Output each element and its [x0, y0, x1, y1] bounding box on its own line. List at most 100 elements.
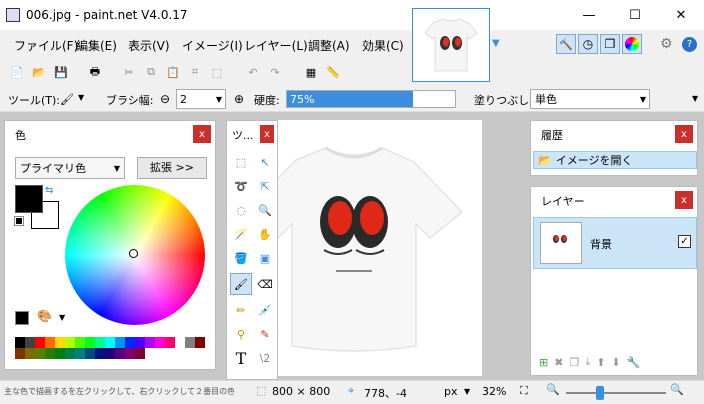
palette-swatch[interactable]: [105, 348, 115, 359]
save-icon[interactable]: 💾: [52, 63, 70, 81]
layer-row[interactable]: 背景 ✓: [533, 217, 697, 269]
palette-swatch[interactable]: [15, 337, 25, 348]
palette-swatch[interactable]: [25, 348, 35, 359]
palette-swatch[interactable]: [95, 348, 105, 359]
redo-icon[interactable]: ↷: [266, 63, 284, 81]
brush-decrease-icon[interactable]: ⊖: [156, 90, 174, 108]
line-curve-icon[interactable]: \2: [256, 349, 274, 367]
primary-mini-swatch[interactable]: [15, 311, 29, 325]
palette-swatch[interactable]: [175, 337, 185, 348]
units-dropdown-icon[interactable]: ▼: [464, 387, 470, 396]
maximize-button[interactable]: ☐: [612, 0, 658, 30]
color-mode-select[interactable]: プライマリ色 ▼: [15, 157, 125, 179]
color-wheel[interactable]: [65, 185, 205, 325]
clone-stamp-icon[interactable]: ⚲: [232, 325, 250, 343]
palette-swatch[interactable]: [165, 337, 175, 348]
palette-swatch[interactable]: [145, 337, 155, 348]
image-thumbnail-tab[interactable]: [412, 8, 490, 82]
magic-wand-icon[interactable]: 🪄: [232, 225, 250, 243]
zoom-slider[interactable]: [566, 386, 666, 400]
brush-width-select[interactable]: 2 ▼: [176, 89, 226, 109]
palette-swatch[interactable]: [15, 348, 25, 359]
zoom-in-icon[interactable]: 🔍: [670, 383, 684, 396]
cut-icon[interactable]: ✂: [120, 63, 138, 81]
minimize-button[interactable]: —: [566, 0, 612, 30]
zoom-icon[interactable]: 🔍: [256, 201, 274, 219]
menu-edit[interactable]: 編集(E): [76, 37, 117, 54]
layers-close-icon[interactable]: x: [675, 191, 693, 209]
zoom-out-icon[interactable]: 🔍: [546, 383, 560, 396]
zoom-slider-thumb[interactable]: [596, 386, 604, 400]
open-file-icon[interactable]: 📂: [30, 63, 48, 81]
palette-swatch[interactable]: [75, 348, 85, 359]
hardness-slider[interactable]: 75%: [286, 90, 456, 108]
palette-swatch[interactable]: [185, 337, 195, 348]
palette-swatch[interactable]: [115, 348, 125, 359]
menu-effects[interactable]: 効果(C): [362, 37, 404, 54]
color-picker-icon[interactable]: 💉: [256, 301, 274, 319]
paintbrush-tool-icon[interactable]: 🖌: [58, 90, 76, 108]
tool-dropdown-icon[interactable]: ▼: [78, 93, 84, 102]
move-selection-icon[interactable]: ↖: [256, 153, 274, 171]
palette-swatch[interactable]: [85, 337, 95, 348]
menu-view[interactable]: 表示(V): [128, 37, 170, 54]
menu-layers[interactable]: レイヤー(L): [244, 37, 308, 54]
ellipse-select-icon[interactable]: ◌: [232, 201, 250, 219]
paint-bucket-icon[interactable]: 🪣: [232, 249, 250, 267]
more-options-icon[interactable]: ▼: [692, 94, 698, 103]
undo-icon[interactable]: ↶: [244, 63, 262, 81]
expand-button[interactable]: 拡張 >>: [137, 157, 207, 179]
palette-swatch[interactable]: [35, 348, 45, 359]
move-layer-up-icon[interactable]: ⬆: [596, 356, 605, 369]
history-close-icon[interactable]: x: [675, 125, 693, 143]
move-selected-icon[interactable]: ⇱: [256, 177, 274, 195]
palette-swatch[interactable]: [55, 337, 65, 348]
palette-swatch[interactable]: [55, 348, 65, 359]
lasso-select-icon[interactable]: ➰: [232, 177, 250, 195]
layers-window-toggle-icon[interactable]: ❐: [600, 34, 620, 54]
palette-swatch[interactable]: [155, 337, 165, 348]
palette-dropdown-icon[interactable]: ▼: [59, 313, 65, 322]
colors-window-toggle-icon[interactable]: [622, 34, 642, 54]
pan-icon[interactable]: ✋: [256, 225, 274, 243]
menu-file[interactable]: ファイル(F): [14, 37, 78, 54]
palette-swatch[interactable]: [45, 348, 55, 359]
brush-increase-icon[interactable]: ⊕: [230, 90, 248, 108]
palette-swatch[interactable]: [135, 348, 145, 359]
pencil-icon[interactable]: ✏: [232, 301, 250, 319]
palette-swatch[interactable]: [95, 337, 105, 348]
palette-swatch[interactable]: [85, 348, 95, 359]
palette-menu-icon[interactable]: 🎨: [37, 309, 52, 323]
palette-swatch[interactable]: [125, 337, 135, 348]
copy-icon[interactable]: ⧉: [142, 63, 160, 81]
palette-swatch[interactable]: [105, 337, 115, 348]
tools-window-toggle-icon[interactable]: 🔨: [556, 34, 576, 54]
crop-icon[interactable]: ⌗: [186, 63, 204, 81]
gradient-icon[interactable]: ▣: [256, 249, 274, 267]
menu-image[interactable]: イメージ(I): [182, 37, 243, 54]
fill-select[interactable]: 単色 ▼: [530, 89, 650, 109]
close-button[interactable]: ✕: [658, 0, 704, 30]
rectangle-select-icon[interactable]: ⬚: [232, 153, 250, 171]
layer-visibility-checkbox[interactable]: ✓: [678, 235, 691, 248]
delete-layer-icon[interactable]: ✖: [554, 356, 563, 369]
new-file-icon[interactable]: 📄: [8, 63, 26, 81]
paintbrush-icon[interactable]: 🖌: [230, 273, 252, 295]
grid-icon[interactable]: ▦: [302, 63, 320, 81]
move-layer-down-icon[interactable]: ⬇: [611, 356, 620, 369]
ruler-icon[interactable]: 📏: [324, 63, 342, 81]
color-palette[interactable]: [15, 337, 207, 359]
eraser-icon[interactable]: ⌫: [256, 275, 274, 293]
swap-colors-icon[interactable]: ⇆: [45, 185, 53, 196]
palette-swatch[interactable]: [75, 337, 85, 348]
text-icon[interactable]: T: [232, 349, 250, 368]
help-icon[interactable]: ?: [682, 37, 697, 52]
deselect-icon[interactable]: ⬚: [208, 63, 226, 81]
history-window-toggle-icon[interactable]: ◷: [578, 34, 598, 54]
settings-gear-icon[interactable]: ⚙: [660, 36, 673, 52]
palette-swatch[interactable]: [125, 348, 135, 359]
print-icon[interactable]: 🖶: [86, 63, 104, 81]
merge-layer-down-icon[interactable]: ⤓: [585, 355, 590, 369]
add-layer-icon[interactable]: ⊞: [539, 356, 548, 369]
palette-swatch[interactable]: [65, 348, 75, 359]
